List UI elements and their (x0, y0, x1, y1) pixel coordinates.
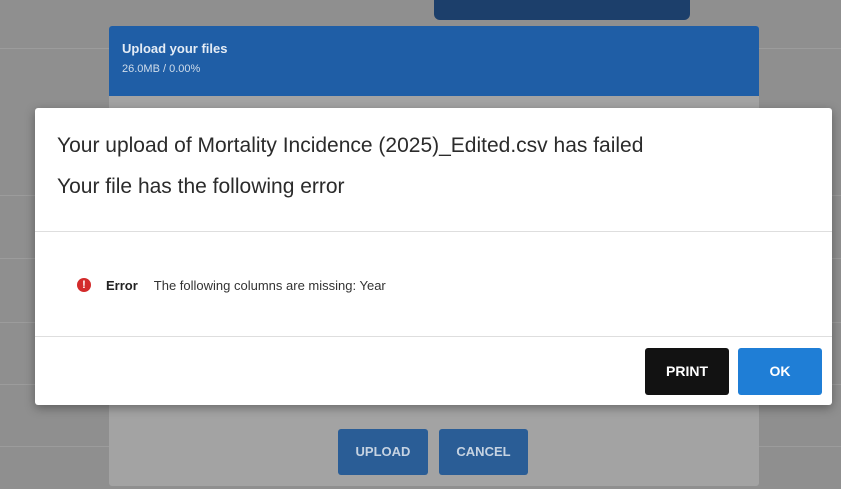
print-button[interactable]: PRINT (645, 348, 729, 395)
upload-button[interactable]: UPLOAD (338, 429, 428, 475)
error-label: Error (106, 277, 138, 293)
upload-dialog-title: Upload your files (122, 41, 228, 56)
error-modal: Your upload of Mortality Incidence (2025… (35, 108, 832, 405)
error-modal-title: Your upload of Mortality Incidence (2025… (57, 134, 644, 157)
error-modal-footer: PRINT OK (35, 337, 832, 405)
error-row: ! Error The following columns are missin… (77, 276, 386, 294)
error-modal-body: ! Error The following columns are missin… (35, 232, 832, 337)
cancel-button[interactable]: CANCEL (439, 429, 528, 475)
error-modal-subtitle: Your file has the following error (57, 175, 345, 198)
upload-dialog-header: Upload your files 26.0MB / 0.00% (109, 26, 759, 96)
error-message: The following columns are missing: Year (153, 277, 386, 293)
exclamation-icon: ! (77, 278, 91, 292)
ok-button[interactable]: OK (738, 348, 822, 395)
background-top-bar (434, 0, 690, 20)
error-modal-header: Your upload of Mortality Incidence (2025… (35, 108, 832, 232)
upload-progress-text: 26.0MB / 0.00% (122, 63, 201, 75)
